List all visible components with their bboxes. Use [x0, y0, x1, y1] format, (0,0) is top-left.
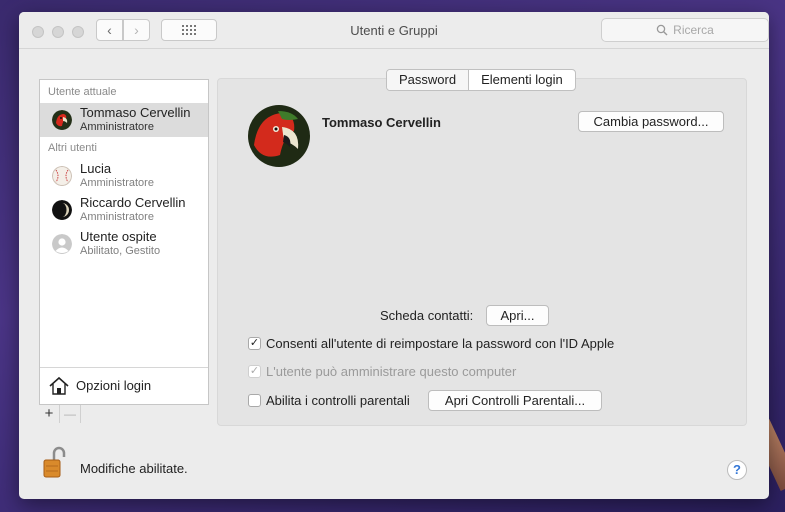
- baseball-avatar-icon: [52, 166, 72, 186]
- moon-avatar-icon: [52, 200, 72, 220]
- tab-password[interactable]: Password: [387, 70, 470, 90]
- add-user-button[interactable]: +: [39, 405, 60, 423]
- open-parental-controls-button[interactable]: Apri Controlli Parentali...: [428, 390, 602, 411]
- user-photo[interactable]: [248, 105, 310, 167]
- open-contacts-button[interactable]: Apri...: [486, 305, 549, 326]
- user-name: Riccardo Cervellin: [80, 195, 186, 210]
- user-role: Abilitato, Gestito: [80, 245, 161, 257]
- preferences-window: ‹ › Utenti e Gruppi Ricerca Utente attua…: [19, 12, 769, 499]
- lock-status-text: Modifiche abilitate.: [80, 461, 188, 476]
- search-icon: [656, 24, 668, 36]
- selected-user-name: Tommaso Cervellin: [322, 115, 441, 130]
- current-user-header: Utente attuale: [48, 86, 117, 98]
- login-options-item[interactable]: Opzioni login: [40, 367, 208, 404]
- user-name: Tommaso Cervellin: [80, 105, 191, 120]
- title-bar: ‹ › Utenti e Gruppi Ricerca: [19, 12, 769, 49]
- search-field[interactable]: Ricerca: [601, 18, 769, 42]
- reset-password-label: Consenti all'utente di reimpostare la pa…: [266, 336, 615, 351]
- unlocked-padlock-icon[interactable]: [42, 445, 68, 479]
- login-options-label: Opzioni login: [76, 378, 152, 393]
- search-placeholder: Ricerca: [673, 23, 714, 37]
- admin-label: L'utente può amministrare questo compute…: [266, 364, 517, 379]
- remove-user-button[interactable]: —: [60, 405, 81, 423]
- user-item-riccardo[interactable]: Riccardo Cervellin Amministratore: [40, 193, 208, 227]
- user-role: Amministratore: [80, 177, 154, 189]
- user-role: Amministratore: [80, 121, 154, 133]
- change-password-button[interactable]: Cambia password...: [578, 111, 724, 132]
- parrot-avatar-icon: [52, 110, 72, 130]
- users-list: Utente attuale Tommaso Cervellin Amminis…: [39, 79, 209, 405]
- user-item-tommaso[interactable]: Tommaso Cervellin Amministratore: [40, 103, 208, 137]
- tab-bar: Password Elementi login: [386, 69, 576, 91]
- add-remove-bar: + —: [39, 405, 209, 425]
- parental-controls-checkbox[interactable]: [248, 394, 261, 407]
- help-button[interactable]: ?: [727, 460, 747, 480]
- user-item-guest[interactable]: Utente ospite Abilitato, Gestito: [40, 227, 208, 261]
- parental-controls-label: Abilita i controlli parentali: [266, 393, 410, 408]
- admin-checkbox[interactable]: ✓: [248, 365, 261, 378]
- user-name: Utente ospite: [80, 229, 157, 244]
- user-name: Lucia: [80, 161, 112, 176]
- contacts-card-label: Scheda contatti:: [380, 308, 474, 323]
- generic-user-icon: [52, 234, 72, 254]
- house-icon: [49, 376, 69, 395]
- tab-login-items[interactable]: Elementi login: [469, 70, 575, 90]
- user-role: Amministratore: [80, 211, 154, 223]
- reset-password-checkbox[interactable]: ✓: [248, 337, 261, 350]
- other-users-header: Altri utenti: [48, 142, 97, 154]
- user-item-lucia[interactable]: Lucia Amministratore: [40, 159, 208, 193]
